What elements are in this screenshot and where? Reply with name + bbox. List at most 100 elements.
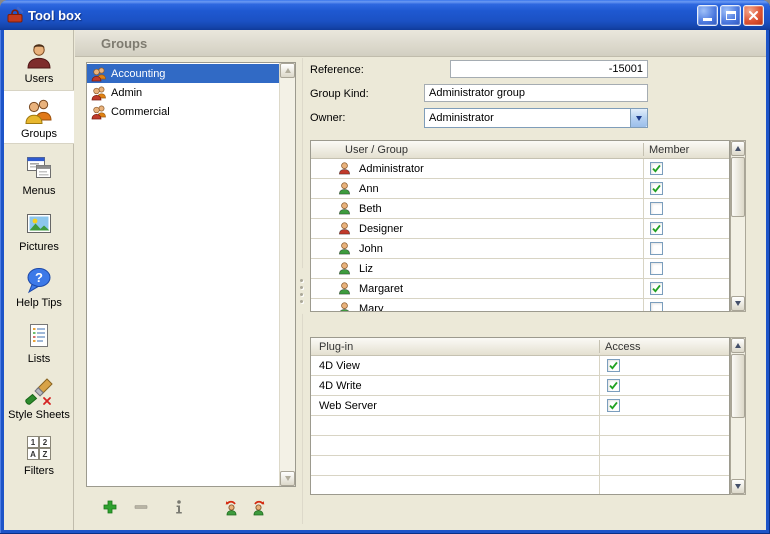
member-row[interactable]: Beth — [311, 199, 729, 219]
window-title: Tool box — [28, 8, 81, 23]
close-button[interactable] — [743, 5, 764, 26]
assign-users-button[interactable] — [219, 497, 239, 517]
member-checkbox[interactable] — [650, 282, 663, 295]
group-list-item[interactable]: Commercial — [87, 102, 279, 121]
access-checkbox[interactable] — [607, 379, 620, 392]
remove-group-button[interactable] — [131, 497, 151, 517]
sidebar-item-menus[interactable]: Menus — [4, 146, 74, 200]
member-checkbox[interactable] — [650, 202, 663, 215]
scroll-down-button[interactable] — [731, 479, 745, 494]
member-name: Designer — [359, 223, 403, 235]
user-icon — [337, 281, 352, 299]
info-icon — [170, 498, 188, 516]
groups-icon — [24, 95, 54, 127]
group-list-item[interactable]: Admin — [87, 83, 279, 102]
owner-label: Owner: — [310, 112, 345, 124]
assign-groups-button[interactable] — [251, 497, 271, 517]
plugin-row[interactable]: 4D Write — [311, 376, 729, 396]
scroll-thumb[interactable] — [731, 354, 745, 418]
member-row[interactable]: Administrator — [311, 159, 729, 179]
group-kind-field[interactable]: Administrator group — [424, 84, 648, 102]
user-icon — [337, 161, 352, 179]
sidebar-item-users[interactable]: Users — [4, 34, 74, 88]
page-header: Groups — [75, 30, 766, 57]
members-table-header: User / Group Member — [311, 141, 729, 159]
member-row[interactable]: Mary — [311, 299, 729, 312]
user-icon — [337, 201, 352, 219]
sidebar-item-label: Style Sheets — [8, 409, 70, 421]
plugin-column-header[interactable]: Plug-in — [311, 341, 353, 353]
member-checkbox[interactable] — [650, 162, 663, 175]
access-column-header[interactable]: Access — [605, 341, 640, 353]
member-checkbox[interactable] — [650, 242, 663, 255]
access-checkbox[interactable] — [607, 399, 620, 412]
group-name: Admin — [111, 87, 142, 99]
style-sheets-icon — [24, 376, 54, 408]
user-group-column-header[interactable]: User / Group — [311, 144, 408, 156]
title-bar[interactable]: Tool box — [0, 0, 770, 30]
group-icon — [91, 104, 109, 120]
sidebar-item-label: Filters — [24, 465, 54, 477]
sidebar-item-label: Menus — [22, 185, 55, 197]
scroll-down-button[interactable] — [280, 471, 295, 486]
member-row[interactable]: Designer — [311, 219, 729, 239]
user-red-arrow-right-icon — [252, 498, 270, 516]
sidebar-item-lists[interactable]: Lists — [4, 314, 74, 368]
sidebar-item-style-sheets[interactable]: Style Sheets — [4, 370, 74, 424]
plugins-scrollbar[interactable] — [730, 337, 746, 495]
owner-dropdown-button[interactable] — [630, 109, 647, 127]
pictures-icon — [24, 208, 54, 240]
member-name: Mary — [359, 303, 383, 313]
scroll-down-button[interactable] — [731, 296, 745, 311]
window-body: Users Groups — [4, 30, 766, 530]
plugin-name: 4D View — [319, 360, 360, 372]
reference-field[interactable]: -15001 — [450, 60, 648, 78]
sidebar-item-help-tips[interactable]: ? Help Tips — [4, 258, 74, 312]
member-checkbox[interactable] — [650, 262, 663, 275]
sidebar: Users Groups — [4, 30, 74, 530]
scroll-up-button[interactable] — [731, 338, 745, 353]
sidebar-item-label: Help Tips — [16, 297, 62, 309]
member-row[interactable]: Ann — [311, 179, 729, 199]
plugin-row[interactable]: 4D View — [311, 356, 729, 376]
scroll-up-button[interactable] — [280, 63, 295, 78]
group-list-item[interactable]: Accounting — [87, 64, 279, 83]
groups-scrollbar[interactable] — [279, 63, 295, 486]
member-row[interactable]: Margaret — [311, 279, 729, 299]
info-button[interactable] — [169, 497, 189, 517]
maximize-icon — [726, 11, 736, 20]
member-column-header[interactable]: Member — [649, 144, 689, 156]
panel-splitter[interactable] — [297, 268, 305, 314]
member-row[interactable]: John — [311, 239, 729, 259]
member-name: Liz — [359, 263, 373, 275]
scroll-up-button[interactable] — [731, 141, 745, 156]
member-checkbox[interactable] — [650, 182, 663, 195]
toolbox-window: Tool box Users — [0, 0, 770, 534]
minimize-icon — [703, 18, 712, 21]
member-name: John — [359, 243, 383, 255]
user-icon — [337, 241, 352, 259]
sidebar-item-groups[interactable]: Groups — [4, 90, 74, 144]
plugin-row[interactable]: Web Server — [311, 396, 729, 416]
members-scrollbar[interactable] — [730, 140, 746, 312]
member-row[interactable]: Liz — [311, 259, 729, 279]
group-icon — [91, 85, 109, 101]
plugin-name: Web Server — [319, 400, 377, 412]
sidebar-item-pictures[interactable]: Pictures — [4, 202, 74, 256]
scroll-thumb[interactable] — [731, 157, 745, 217]
reference-label: Reference: — [310, 64, 364, 76]
minimize-button[interactable] — [697, 5, 718, 26]
maximize-button[interactable] — [720, 5, 741, 26]
plugin-row-empty — [311, 476, 729, 495]
sidebar-item-filters[interactable]: 1 2 A Z Filters — [4, 426, 74, 480]
access-checkbox[interactable] — [607, 359, 620, 372]
members-table: User / Group Member Administrator Ann Be… — [310, 140, 730, 312]
owner-select[interactable]: Administrator — [424, 108, 648, 128]
add-group-button[interactable] — [100, 497, 120, 517]
member-checkbox[interactable] — [650, 302, 663, 312]
member-checkbox[interactable] — [650, 222, 663, 235]
user-icon — [337, 221, 352, 239]
menus-icon — [24, 152, 54, 184]
close-icon — [748, 10, 759, 21]
member-name: Ann — [359, 183, 379, 195]
